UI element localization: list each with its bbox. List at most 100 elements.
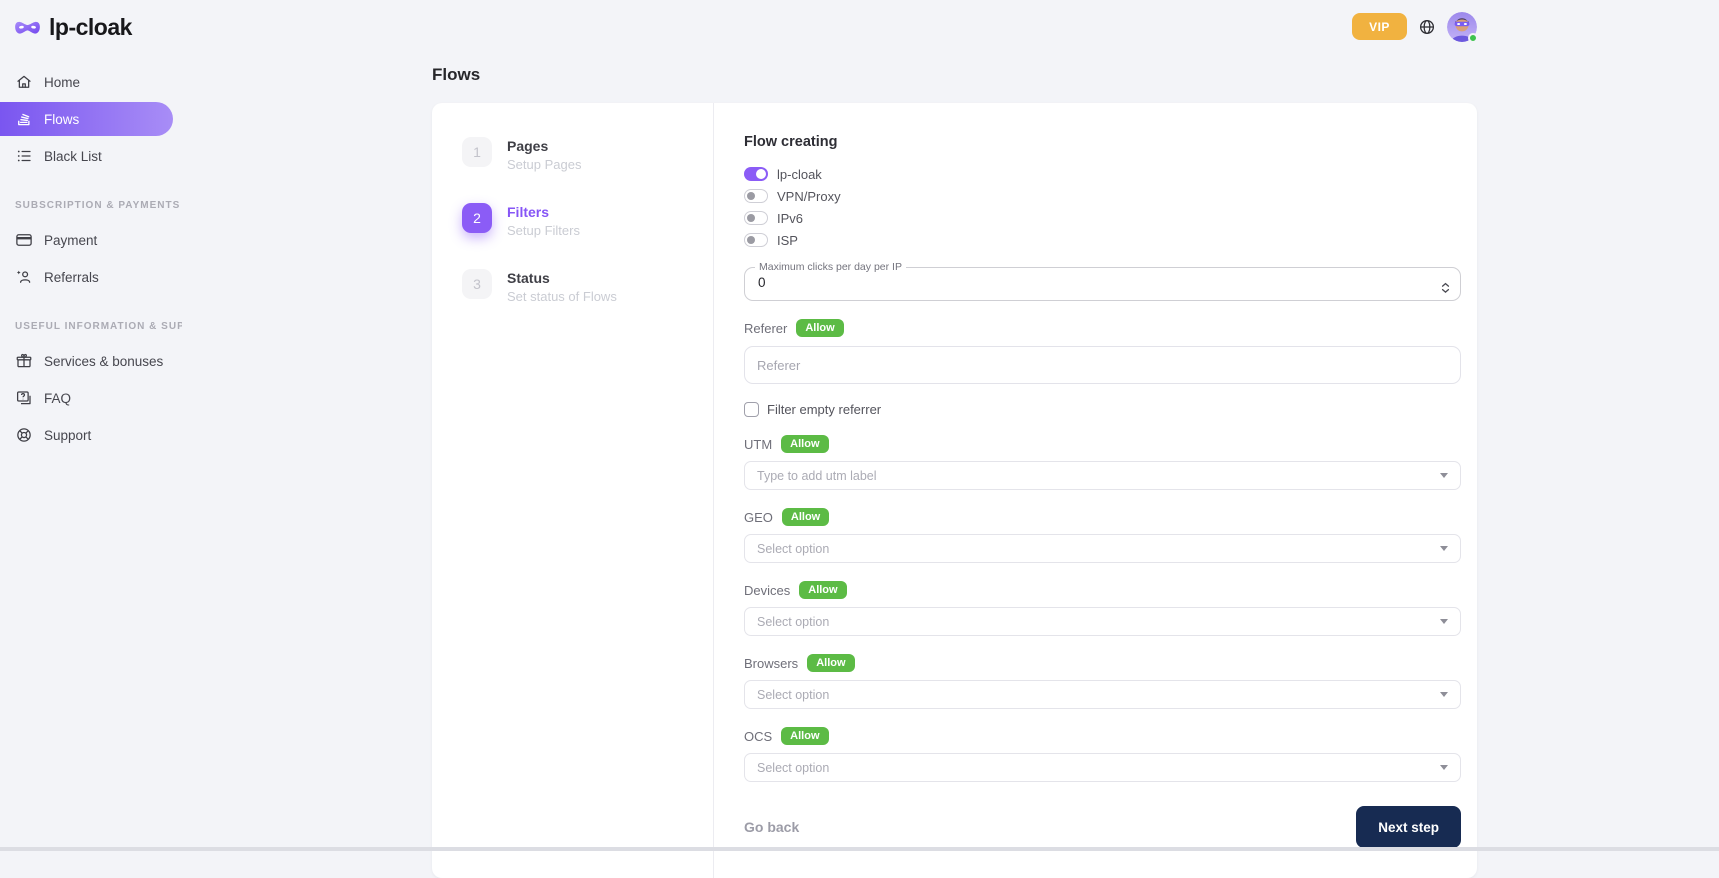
browsers-allow-badge[interactable]: Allow: [807, 654, 854, 672]
credit-card-icon: [15, 231, 33, 249]
sidebar-nav: Home Flows: [0, 65, 190, 455]
referer-allow-badge[interactable]: Allow: [796, 319, 843, 337]
step-number-badge: 3: [462, 269, 492, 299]
sidebar: lp-cloak Home: [0, 0, 190, 851]
sidebar-item-black-list[interactable]: Black List: [0, 139, 190, 173]
browsers-select[interactable]: Select option: [744, 680, 1461, 709]
browsers-label-row: Browsers Allow: [744, 654, 1461, 672]
sidebar-item-home[interactable]: Home: [0, 65, 190, 99]
sidebar-section-subscription: SUBSCRIPTION & PAYMENTS: [15, 200, 182, 211]
toggle-lp-cloak[interactable]: lp-cloak: [744, 163, 1461, 185]
user-avatar[interactable]: [1447, 12, 1477, 42]
home-icon: [15, 73, 33, 91]
geo-allow-badge[interactable]: Allow: [782, 508, 829, 526]
max-clicks-label: Maximum clicks per day per IP: [755, 261, 906, 273]
max-clicks-field: Maximum clicks per day per IP: [744, 261, 1461, 301]
globe-icon[interactable]: [1418, 18, 1436, 36]
chevron-down-icon: [1440, 619, 1448, 624]
geo-label: GEO: [744, 510, 773, 525]
online-status-dot: [1468, 33, 1478, 43]
go-back-button[interactable]: Go back: [744, 819, 799, 835]
geo-label-row: GEO Allow: [744, 508, 1461, 526]
chevron-down-icon: [1440, 473, 1448, 478]
topbar: VIP: [432, 0, 1477, 44]
devices-allow-badge[interactable]: Allow: [799, 581, 846, 599]
chevron-down-icon: [1440, 692, 1448, 697]
max-clicks-input[interactable]: [757, 273, 1379, 293]
utm-label: UTM: [744, 437, 772, 452]
utm-select[interactable]: Type to add utm label: [744, 461, 1461, 490]
sidebar-item-label: FAQ: [44, 391, 71, 406]
sidebar-section-support: USEFUL INFORMATION & SUPPORT: [15, 321, 182, 332]
geo-select[interactable]: Select option: [744, 534, 1461, 563]
toggle-isp[interactable]: ISP: [744, 229, 1461, 251]
ocs-label-row: OCS Allow: [744, 727, 1461, 745]
next-step-button[interactable]: Next step: [1356, 806, 1461, 848]
step-title: Pages: [507, 137, 581, 154]
ocs-label: OCS: [744, 729, 772, 744]
step-subtitle: Setup Pages: [507, 157, 581, 172]
browsers-label: Browsers: [744, 656, 798, 671]
utm-allow-badge[interactable]: Allow: [781, 435, 828, 453]
toggle-switch[interactable]: [744, 211, 768, 225]
referer-label: Referer: [744, 321, 787, 336]
step-number-badge: 1: [462, 137, 492, 167]
wizard-steps: 1 Pages Setup Pages 2 Filters Setup Filt…: [432, 103, 714, 878]
utm-label-row: UTM Allow: [744, 435, 1461, 453]
step-subtitle: Set status of Flows: [507, 289, 617, 304]
flow-wizard-card: 1 Pages Setup Pages 2 Filters Setup Filt…: [432, 103, 1477, 878]
referer-label-row: Referer Allow: [744, 319, 1461, 337]
filter-empty-referrer-row[interactable]: Filter empty referrer: [744, 402, 1461, 417]
form-title: Flow creating: [744, 134, 1461, 150]
main-area: VIP: [190, 0, 1719, 851]
sidebar-item-flows[interactable]: Flows: [0, 102, 173, 136]
sidebar-item-label: Support: [44, 428, 91, 443]
referer-input[interactable]: [744, 346, 1461, 384]
step-title: Filters: [507, 203, 580, 220]
sidebar-item-payment[interactable]: Payment: [0, 223, 190, 257]
devices-label-row: Devices Allow: [744, 581, 1461, 599]
devices-select[interactable]: Select option: [744, 607, 1461, 636]
vip-button[interactable]: VIP: [1352, 13, 1407, 40]
page-title: Flows: [432, 65, 1477, 85]
form-footer: Go back Next step: [744, 806, 1461, 848]
window-bottom-edge: [0, 847, 1719, 851]
faq-icon: [15, 389, 33, 407]
toggle-switch[interactable]: [744, 167, 768, 181]
chevron-down-icon: [1440, 546, 1448, 551]
sidebar-item-label: Flows: [44, 112, 79, 127]
ocs-select[interactable]: Select option: [744, 753, 1461, 782]
step-filters[interactable]: 2 Filters Setup Filters: [462, 203, 713, 238]
step-subtitle: Setup Filters: [507, 223, 580, 238]
filter-empty-referrer-checkbox[interactable]: [744, 402, 759, 417]
flows-icon: [15, 110, 33, 128]
step-pages[interactable]: 1 Pages Setup Pages: [462, 137, 713, 172]
black-list-icon: [15, 147, 33, 165]
sidebar-item-faq[interactable]: FAQ: [0, 381, 190, 415]
chevron-down-icon: [1440, 765, 1448, 770]
toggle-vpn-proxy[interactable]: VPN/Proxy: [744, 185, 1461, 207]
number-stepper-icon[interactable]: [1441, 282, 1450, 293]
app-title: lp-cloak: [49, 14, 132, 41]
logo-mask-icon: [14, 18, 41, 38]
sidebar-item-label: Services & bonuses: [44, 354, 163, 369]
step-status[interactable]: 3 Status Set status of Flows: [462, 269, 713, 304]
referrals-icon: [15, 268, 33, 286]
gift-icon: [15, 352, 33, 370]
toggle-switch[interactable]: [744, 233, 768, 247]
sidebar-item-support[interactable]: Support: [0, 418, 190, 452]
sidebar-item-label: Payment: [44, 233, 97, 248]
devices-label: Devices: [744, 583, 790, 598]
step-title: Status: [507, 269, 617, 286]
flow-creating-form: Flow creating lp-cloak VPN/Proxy IPv: [714, 103, 1477, 878]
sidebar-item-label: Home: [44, 75, 80, 90]
app-logo: lp-cloak: [0, 12, 190, 41]
lifebuoy-icon: [15, 426, 33, 444]
sidebar-item-referrals[interactable]: Referrals: [0, 260, 190, 294]
sidebar-item-label: Referrals: [44, 270, 99, 285]
sidebar-item-services-bonuses[interactable]: Services & bonuses: [0, 344, 190, 378]
toggle-switch[interactable]: [744, 189, 768, 203]
toggle-ipv6[interactable]: IPv6: [744, 207, 1461, 229]
ocs-allow-badge[interactable]: Allow: [781, 727, 828, 745]
sidebar-item-label: Black List: [44, 149, 102, 164]
